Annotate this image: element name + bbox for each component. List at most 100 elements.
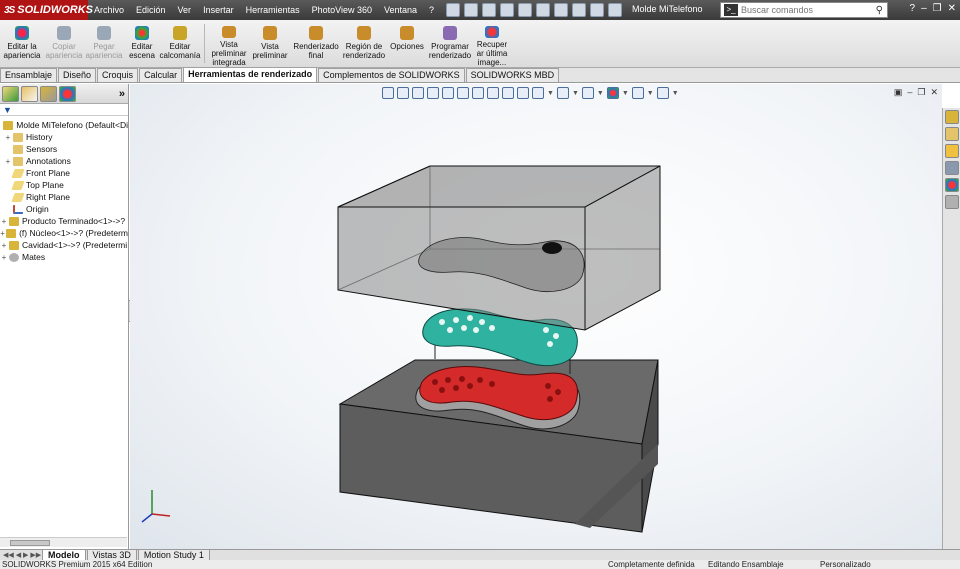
menu-photoview[interactable]: PhotoView 360 — [306, 5, 378, 15]
new-document-icon[interactable] — [464, 3, 479, 17]
plane-icon — [11, 192, 25, 202]
scene-icon — [135, 26, 149, 40]
view-palette-icon[interactable] — [945, 161, 959, 175]
integrated-preview-icon — [222, 26, 236, 38]
tree-item-producto-terminado[interactable]: + Producto Terminado<1>->? — [0, 215, 128, 227]
select-pointer-icon[interactable] — [554, 3, 569, 17]
tree-item-mates[interactable]: + Mates — [0, 251, 128, 263]
edit-scene-button[interactable]: Editar escena — [124, 20, 160, 67]
tab-navigation-arrows[interactable]: ◀◀ ◀ ▶ ▶▶ — [0, 551, 42, 559]
options-button[interactable]: Opciones — [387, 20, 427, 67]
tree-item-assembly[interactable]: Molde MiTelefono (Default<Di — [0, 119, 128, 131]
tab-calcular[interactable]: Calcular — [139, 68, 183, 82]
appearance-icon — [15, 26, 29, 40]
menu-archivo[interactable]: Archivo — [88, 5, 130, 15]
feature-manager-panel: » ▼ Molde MiTelefono (Default<Di + Histor… — [0, 84, 129, 549]
decal-icon — [173, 26, 187, 40]
undo-icon[interactable] — [536, 3, 551, 17]
file-explorer-icon[interactable] — [945, 144, 959, 158]
options-gear-icon[interactable] — [608, 3, 623, 17]
tree-item-cavidad[interactable]: + Cavidad<1>->? (Predetermi — [0, 239, 128, 251]
integrated-preview-button[interactable]: Vista preliminar integrada — [209, 20, 249, 67]
custom-properties-icon[interactable] — [945, 195, 959, 209]
tree-item-nucleo[interactable]: + (f) Núcleo<1>->? (Predeterm — [0, 227, 128, 239]
solidworks-resources-icon[interactable] — [945, 110, 959, 124]
tab-ensamblaje[interactable]: Ensamblaje — [0, 68, 58, 82]
menu-help[interactable]: ? — [423, 5, 440, 15]
tree-item-right-plane[interactable]: Right Plane — [0, 191, 128, 203]
tab-herramientas-renderizado[interactable]: Herramientas de renderizado — [183, 67, 318, 82]
expand-panel-icon[interactable]: » — [119, 88, 125, 100]
annotation-icon — [13, 156, 23, 166]
solidworks-logo[interactable]: 3S SOLIDWORKS — [0, 0, 93, 20]
plane-icon — [11, 168, 25, 178]
tree-item-origin[interactable]: Origin — [0, 203, 128, 215]
display-manager-tab-icon[interactable] — [59, 85, 76, 102]
recover-image-icon — [485, 26, 499, 38]
tree-item-history[interactable]: + History — [0, 131, 128, 143]
print-icon[interactable] — [518, 3, 533, 17]
search-input[interactable] — [741, 5, 861, 15]
assembly-icon — [3, 120, 14, 130]
property-manager-tab-icon[interactable] — [21, 85, 38, 102]
tab-modelo[interactable]: Modelo — [42, 549, 86, 561]
restore-icon[interactable]: ❐ — [933, 3, 942, 14]
help-icon[interactable]: ? — [910, 3, 916, 14]
task-pane — [942, 108, 960, 549]
appearances-scenes-icon[interactable] — [945, 178, 959, 192]
search-icon[interactable]: ⚲ — [876, 5, 883, 16]
design-library-icon[interactable] — [945, 127, 959, 141]
paste-appearance-button[interactable]: Pegar apariencia — [84, 20, 124, 67]
top-mold-block-transparent[interactable] — [337, 165, 661, 331]
tab-croquis[interactable]: Croquis — [97, 68, 139, 82]
pin-icon[interactable] — [446, 3, 461, 17]
history-icon — [13, 132, 23, 142]
tree-filter[interactable]: ▼ — [0, 104, 128, 116]
file-properties-icon[interactable] — [590, 3, 605, 17]
tree-item-annotations[interactable]: + Annotations — [0, 155, 128, 167]
copy-appearance-button[interactable]: Copiar apariencia — [44, 20, 84, 67]
recover-last-image-button[interactable]: Recuper ar última image... — [473, 20, 511, 67]
document-title: Molde MiTelefono — [632, 4, 703, 14]
final-render-icon — [309, 26, 323, 40]
render-region-button[interactable]: Región de renderizado — [341, 20, 387, 67]
tab-motion-study[interactable]: Motion Study 1 — [137, 549, 210, 561]
units-status[interactable]: Personalizado — [820, 560, 871, 569]
bottom-tabs: ◀◀ ◀ ▶ ▶▶ Modelo Vistas 3D Motion Study … — [0, 549, 960, 561]
definition-status: Completamente definida — [608, 560, 695, 569]
open-folder-icon[interactable] — [482, 3, 497, 17]
tree-item-sensors[interactable]: Sensors — [0, 143, 128, 155]
mold-model-view[interactable] — [130, 84, 942, 549]
edit-decal-button[interactable]: Editar calcomanía — [160, 20, 200, 67]
menu-edicion[interactable]: Edición — [130, 5, 172, 15]
tab-complementos[interactable]: Complementos de SOLIDWORKS — [318, 68, 465, 82]
graphics-area[interactable]: ▼ ▼ ▼ ▼ ▼ ▼ ▣ – ❐ ✕ — [130, 84, 942, 549]
final-render-button[interactable]: Renderizado final — [291, 20, 341, 67]
tree-item-top-plane[interactable]: Top Plane — [0, 179, 128, 191]
menu-ventana[interactable]: Ventana — [378, 5, 423, 15]
tab-diseno[interactable]: Diseño — [58, 68, 97, 82]
save-icon[interactable] — [500, 3, 515, 17]
configuration-manager-tab-icon[interactable] — [40, 85, 57, 102]
minimize-icon[interactable]: – — [921, 3, 927, 14]
panel-horizontal-scrollbar[interactable] — [0, 537, 127, 547]
tree-item-front-plane[interactable]: Front Plane — [0, 167, 128, 179]
schedule-render-button[interactable]: Programar renderizado — [427, 20, 473, 67]
filter-icon[interactable]: ▼ — [3, 105, 12, 115]
menu-ver[interactable]: Ver — [172, 5, 198, 15]
feature-tree-tab-icon[interactable] — [2, 85, 19, 102]
rebuild-icon[interactable] — [572, 3, 587, 17]
quick-access-toolbar — [446, 3, 623, 17]
command-manager-ribbon: Editar la apariencia Copiar apariencia P… — [0, 20, 960, 68]
tab-mbd[interactable]: SOLIDWORKS MBD — [465, 68, 560, 82]
scrollbar-thumb[interactable] — [10, 540, 50, 546]
mates-icon — [9, 252, 19, 262]
close-icon[interactable]: ✕ — [948, 3, 956, 14]
editing-status: Editando Ensamblaje — [708, 560, 784, 569]
preview-window-button[interactable]: Vista preliminar — [249, 20, 291, 67]
menu-herramientas[interactable]: Herramientas — [240, 5, 306, 15]
menu-insertar[interactable]: Insertar — [197, 5, 240, 15]
command-search[interactable]: >_ ⚲ — [720, 2, 888, 18]
edit-appearance-button[interactable]: Editar la apariencia — [0, 20, 44, 67]
tab-vistas-3d[interactable]: Vistas 3D — [86, 549, 137, 561]
